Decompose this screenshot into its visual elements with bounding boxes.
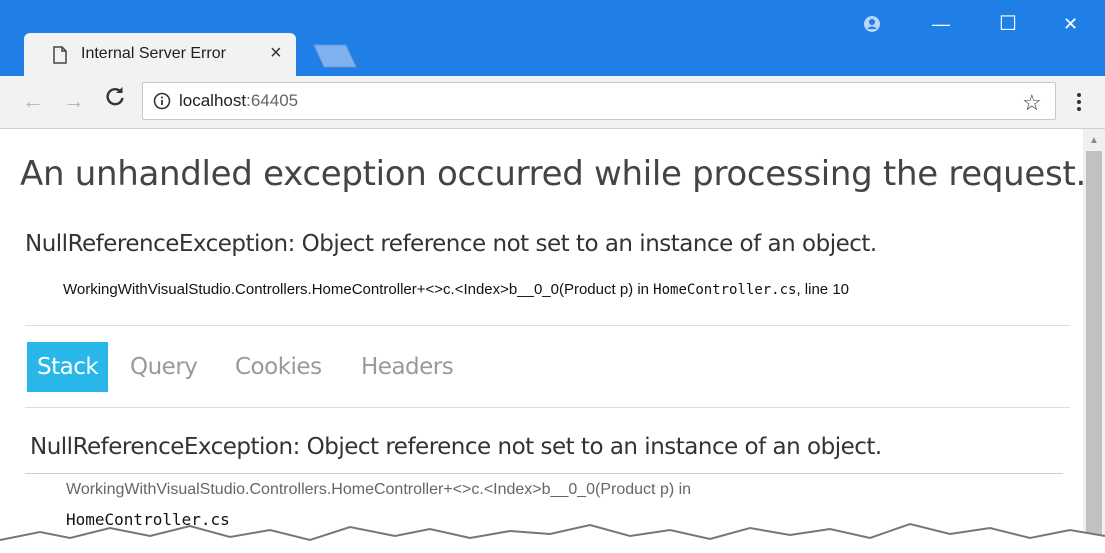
tab-headers[interactable]: Headers xyxy=(361,342,454,392)
stack-frame-method[interactable]: WorkingWithVisualStudio.Controllers.Home… xyxy=(66,481,691,499)
forward-button[interactable]: → xyxy=(63,88,85,114)
tab-title: Internal Server Error xyxy=(81,45,226,62)
scroll-thumb[interactable] xyxy=(1086,151,1102,553)
exception-file: HomeController.cs xyxy=(653,282,797,298)
info-icon[interactable] xyxy=(153,92,171,110)
page-icon xyxy=(53,46,67,64)
torn-edge-decoration xyxy=(0,522,1105,553)
profile-icon[interactable] xyxy=(862,14,882,34)
url-port: :64405 xyxy=(246,91,299,110)
star-icon[interactable]: ☆ xyxy=(1022,90,1042,116)
new-tab-button[interactable] xyxy=(306,44,358,68)
browser-titlebar: Internal Server Error × — ☐ ✕ xyxy=(0,0,1105,76)
divider xyxy=(25,473,1063,474)
maximize-button[interactable]: ☐ xyxy=(999,11,1017,36)
tab-close-icon[interactable]: × xyxy=(270,42,282,65)
tab-stack[interactable]: Stack xyxy=(27,342,109,392)
browser-toolbar: ← → localhost:64405 ☆ xyxy=(0,76,1105,129)
back-button[interactable]: ← xyxy=(22,88,44,114)
menu-icon[interactable] xyxy=(1076,92,1082,112)
url-text[interactable]: localhost:64405 xyxy=(179,91,298,111)
reload-icon[interactable] xyxy=(104,86,126,108)
exception-title: NullReferenceException: Object reference… xyxy=(25,231,877,257)
tab-cookies[interactable]: Cookies xyxy=(235,342,322,392)
url-host: localhost xyxy=(179,91,247,110)
divider xyxy=(25,407,1070,408)
page-title: An unhandled exception occurred while pr… xyxy=(20,154,1086,194)
scroll-up-arrow-icon[interactable]: ▲ xyxy=(1089,135,1099,146)
address-bar[interactable]: localhost:64405 xyxy=(142,82,1056,120)
page-content: An unhandled exception occurred while pr… xyxy=(0,129,1086,553)
close-window-button[interactable]: ✕ xyxy=(1063,14,1078,35)
minimize-button[interactable]: — xyxy=(932,14,950,35)
scrollbar[interactable]: ▲ xyxy=(1083,129,1105,553)
stack-exception-title: NullReferenceException: Object reference… xyxy=(30,434,882,460)
exception-method: WorkingWithVisualStudio.Controllers.Home… xyxy=(63,281,654,298)
browser-tab[interactable]: Internal Server Error × xyxy=(24,33,296,76)
exception-line: , line 10 xyxy=(796,281,850,298)
exception-location: WorkingWithVisualStudio.Controllers.Home… xyxy=(63,281,849,298)
tab-query[interactable]: Query xyxy=(130,342,198,392)
divider xyxy=(25,325,1070,326)
